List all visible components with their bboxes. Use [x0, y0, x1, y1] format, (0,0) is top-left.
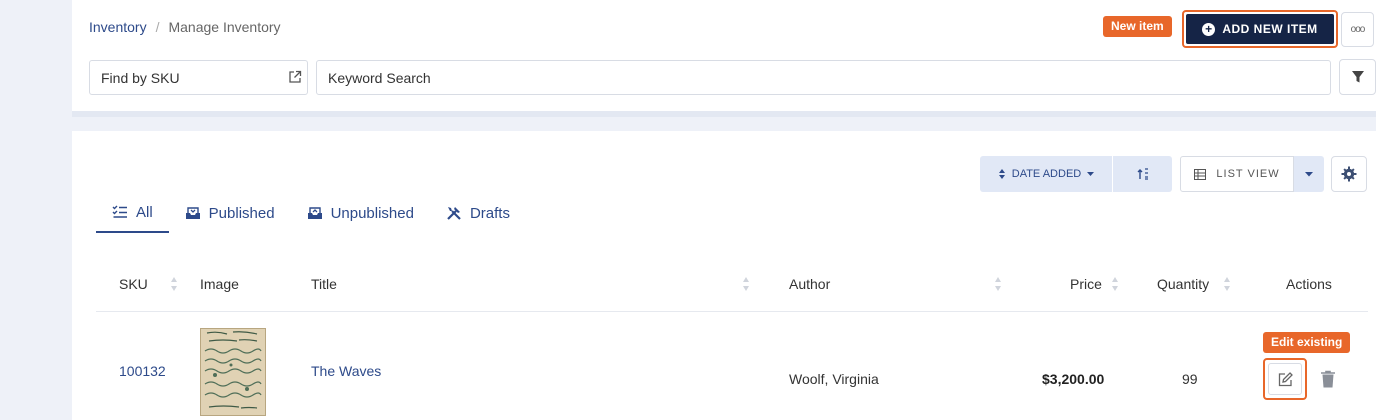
column-header-quantity[interactable]: Quantity: [1157, 276, 1209, 292]
view-dropdown-toggle[interactable]: [1294, 156, 1324, 192]
tab-unpublished-label: Unpublished: [330, 204, 414, 222]
trash-icon[interactable]: [1320, 370, 1336, 388]
tab-all[interactable]: All: [96, 193, 169, 233]
sort-arrows-icon[interactable]: [742, 276, 750, 292]
inbox-out-icon: [307, 207, 322, 219]
header-card: [72, 0, 1376, 117]
filter-button[interactable]: [1339, 59, 1376, 95]
title-link[interactable]: The Waves: [311, 363, 381, 379]
column-header-image: Image: [200, 276, 239, 292]
column-header-sku[interactable]: SKU: [119, 276, 148, 292]
breadcrumb: Inventory / Manage Inventory: [89, 19, 281, 35]
sort-arrows-icon[interactable]: [170, 276, 178, 292]
inbox-in-icon: [185, 207, 200, 219]
plus-circle-icon: +: [1202, 22, 1216, 36]
sku-search-value: Find by SKU: [101, 69, 180, 86]
tab-all-label: All: [136, 203, 153, 221]
column-header-sku-label: SKU: [119, 276, 148, 292]
price-cell: $3,200.00: [1042, 371, 1105, 387]
column-header-actions: Actions: [1286, 276, 1332, 292]
view-control: LIST VIEW: [1180, 156, 1324, 192]
tools-icon: [447, 207, 461, 220]
list-view-label: LIST VIEW: [1216, 168, 1280, 180]
tab-drafts-label: Drafts: [469, 204, 510, 222]
list-view-icon: [1194, 168, 1207, 180]
add-new-item-button[interactable]: + ADD NEW ITEM: [1186, 14, 1334, 44]
sort-direction-icon: [1137, 168, 1148, 180]
breadcrumb-separator: /: [155, 19, 160, 35]
tab-published-label: Published: [208, 204, 275, 222]
filter-icon: [1351, 71, 1364, 83]
edit-item-button[interactable]: [1268, 363, 1302, 395]
column-header-price-label: Price: [1070, 276, 1102, 292]
sort-arrows-icon[interactable]: [1223, 276, 1231, 292]
tab-unpublished[interactable]: Unpublished: [291, 193, 430, 233]
list-view-button[interactable]: LIST VIEW: [1180, 156, 1294, 192]
caret-down-icon: [1087, 171, 1095, 176]
column-header-actions-label: Actions: [1286, 276, 1332, 292]
sku-search-field[interactable]: Find by SKU: [89, 60, 308, 95]
column-header-title[interactable]: Title: [311, 276, 337, 292]
column-header-image-label: Image: [200, 276, 239, 292]
sort-by-label: DATE ADDED: [1011, 168, 1082, 180]
quantity-cell: 99: [1182, 371, 1198, 387]
checklist-icon: [112, 205, 127, 218]
add-new-item-label: ADD NEW ITEM: [1222, 22, 1318, 36]
caret-down-icon: [1305, 171, 1313, 176]
tab-drafts[interactable]: Drafts: [430, 193, 526, 233]
new-item-callout: New item: [1103, 16, 1172, 37]
sort-arrows-icon[interactable]: [1111, 276, 1119, 292]
table-settings-button[interactable]: [1331, 156, 1367, 192]
author-cell: Woolf, Virginia: [789, 371, 879, 387]
column-header-quantity-label: Quantity: [1157, 276, 1210, 292]
external-link-icon[interactable]: [288, 70, 302, 84]
column-header-author[interactable]: Author: [789, 276, 830, 292]
sort-arrows-icon[interactable]: [994, 276, 1002, 292]
gear-icon: [1341, 166, 1357, 182]
ellipsis-icon: ooo: [1350, 24, 1366, 35]
breadcrumb-inventory-link[interactable]: Inventory: [89, 19, 147, 35]
sku-link[interactable]: 100132: [119, 363, 166, 379]
status-tabs: All Published Unpublished Drafts: [96, 193, 526, 233]
edit-existing-callout: Edit existing: [1263, 332, 1351, 353]
keyword-search-value: Keyword Search: [328, 69, 431, 86]
header-divider: [96, 311, 1368, 312]
add-button-highlight: + ADD NEW ITEM: [1182, 10, 1338, 48]
tab-published[interactable]: Published: [169, 193, 291, 233]
sort-by-button[interactable]: DATE ADDED: [980, 156, 1112, 192]
edit-icon: [1278, 371, 1293, 386]
keyword-search-field[interactable]: Keyword Search: [316, 60, 1331, 95]
breadcrumb-current: Manage Inventory: [168, 19, 281, 35]
column-header-price[interactable]: Price: [1070, 276, 1102, 292]
sort-control: DATE ADDED: [980, 156, 1172, 192]
column-header-title-label: Title: [311, 276, 337, 292]
sort-icon: [998, 169, 1005, 179]
column-header-author-label: Author: [789, 276, 831, 292]
book-cover-thumbnail[interactable]: [200, 328, 266, 416]
more-options-button[interactable]: ooo: [1341, 12, 1374, 47]
sort-direction-button[interactable]: [1112, 156, 1172, 192]
edit-button-highlight: [1263, 358, 1307, 400]
book-cover-image: [201, 329, 265, 415]
